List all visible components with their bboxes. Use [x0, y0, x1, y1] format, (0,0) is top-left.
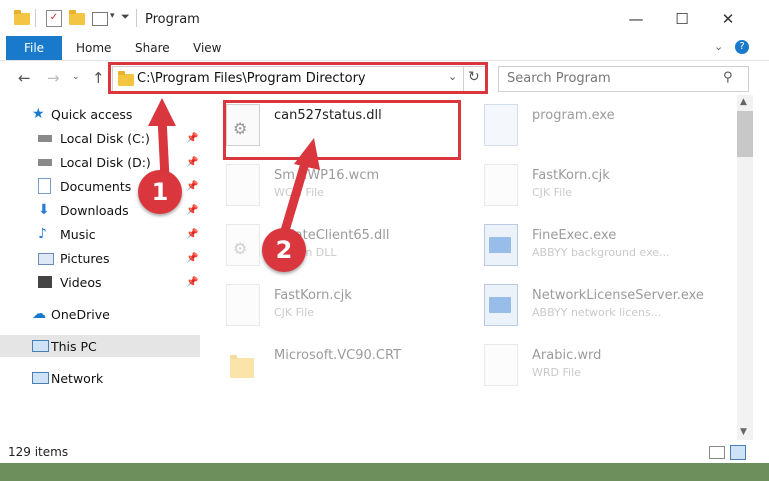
arrow-1-head — [148, 98, 176, 126]
desktop-background — [0, 463, 769, 481]
annotation-arrows — [148, 98, 320, 236]
details-view-icon[interactable] — [709, 446, 725, 459]
file-explorer-window: ✓ ▾ ⏷ Program — ☐ ✕ File Home Share View… — [0, 0, 769, 481]
arrow-2-head — [294, 138, 320, 170]
step-2-badge: 2 — [262, 228, 306, 272]
arrow-2-shaft — [279, 158, 311, 236]
step-1-badge: 1 — [138, 170, 182, 214]
large-icons-view-icon[interactable] — [730, 445, 746, 460]
item-count: 129 items — [8, 445, 69, 459]
arrow-1-shaft — [157, 117, 170, 179]
status-bar: 129 items — [0, 442, 769, 462]
